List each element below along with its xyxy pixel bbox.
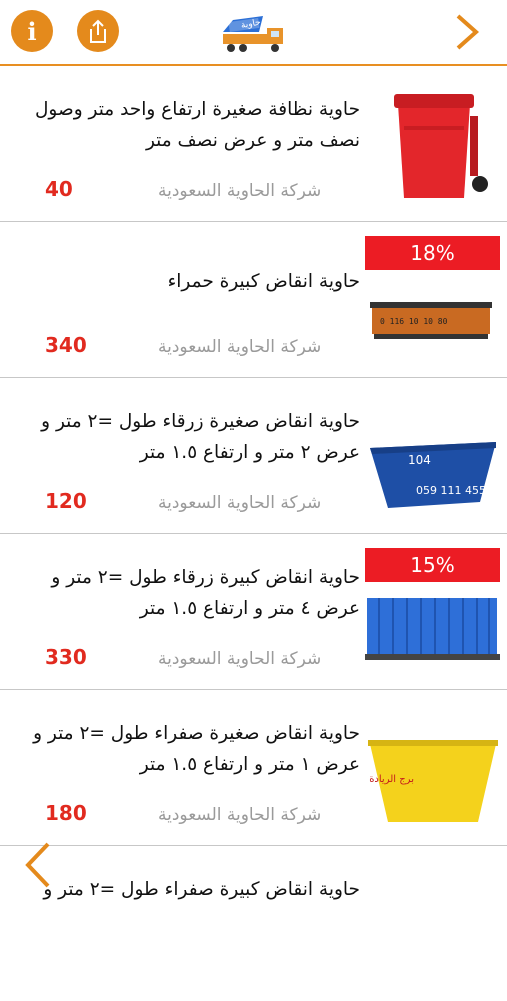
company-name: شركة الحاوية السعودية <box>158 649 322 669</box>
product-price: 40 <box>45 177 73 201</box>
product-title: حاوية انقاض كبيرة صفراء طول =٢ متر و <box>43 879 360 900</box>
product-title: حاوية انقاض كبيرة حمراء <box>167 271 360 292</box>
list-item[interactable]: 18% حاوية انقاض كبيرة حمراء شركة الحاوية… <box>0 222 507 379</box>
red-skip-image: 0 116 10 10 80 <box>370 302 492 339</box>
chevron-right-icon[interactable] <box>452 12 482 52</box>
blue-roll-off-image <box>365 598 500 660</box>
yellow-skip-image: برج الريادة <box>368 740 498 822</box>
app-logo: حاوية <box>223 16 283 52</box>
product-title: حاوية انقاض صغيرة صفراء طول =٢ متر و عرض… <box>33 723 360 775</box>
chevron-left-icon[interactable] <box>20 840 56 890</box>
svg-text:059 111 4555: 059 111 4555 <box>416 484 493 497</box>
company-name: شركة الحاوية السعودية <box>158 337 322 357</box>
list-item[interactable]: حاوية انقاض كبيرة صفراء طول =٢ متر و <box>0 846 507 1001</box>
discount-badge: 18% <box>365 236 500 270</box>
product-price: 340 <box>45 333 87 357</box>
product-title: حاوية انقاض كبيرة زرقاء طول =٢ متر و عرض… <box>51 567 360 619</box>
company-name: شركة الحاوية السعودية <box>158 493 322 513</box>
product-price: 330 <box>45 645 87 669</box>
product-price: 180 <box>45 801 87 825</box>
blue-skip-image: 104 059 111 4555 <box>370 442 496 508</box>
info-icon: i <box>27 16 37 46</box>
list-item[interactable]: حاوية انقاض صغيرة زرقاء طول =٢ متر و عرض… <box>0 378 507 535</box>
red-bin-image <box>394 94 488 198</box>
discount-badge: 15% <box>365 548 500 582</box>
company-name: شركة الحاوية السعودية <box>158 805 322 825</box>
product-title: حاوية نظافة صغيرة ارتفاع واحد متر وصول ن… <box>34 99 360 151</box>
app-header: i حاوية <box>0 0 507 66</box>
share-icon <box>90 19 106 43</box>
list-item[interactable]: حاوية انقاض صغيرة صفراء طول =٢ متر و عرض… <box>0 690 507 847</box>
product-price: 120 <box>45 489 87 513</box>
product-title: حاوية انقاض صغيرة زرقاء طول =٢ متر و عرض… <box>41 411 360 463</box>
share-button[interactable] <box>77 10 119 52</box>
info-button[interactable]: i <box>11 10 53 52</box>
company-name: شركة الحاوية السعودية <box>158 181 322 201</box>
list-item[interactable]: حاوية نظافة صغيرة ارتفاع واحد متر وصول ن… <box>0 66 507 223</box>
svg-text:0 116 10 10 80: 0 116 10 10 80 <box>380 317 448 326</box>
list-item[interactable]: 15% حاوية انقاض كبيرة زرقاء طول =٢ متر و… <box>0 534 507 691</box>
svg-text:برج الريادة: برج الريادة <box>369 774 414 785</box>
svg-text:104: 104 <box>408 453 431 467</box>
